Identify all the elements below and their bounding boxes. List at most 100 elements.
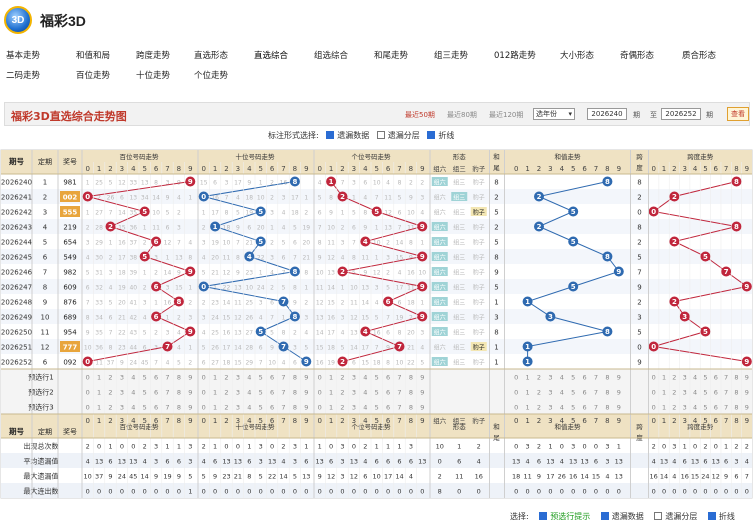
miss-value: 8	[293, 285, 297, 292]
bottom-polyline-checkbox[interactable]	[707, 512, 716, 520]
issue-header: 期号	[9, 156, 24, 166]
digit-label: 9	[304, 165, 308, 173]
ten-ball-label: 0	[201, 193, 206, 201]
stat-form: 4	[477, 458, 481, 466]
form-hit: 组六	[434, 329, 446, 337]
miss-value: 2	[86, 225, 90, 232]
predict-digit: 0	[514, 374, 518, 382]
miss-value: 3	[202, 240, 206, 247]
stat-sum: 9	[537, 473, 541, 481]
miss-value: 15	[316, 345, 324, 352]
predict-digit: 0	[86, 374, 90, 382]
predict-digit: 0	[86, 404, 90, 412]
digit-label: 4	[247, 165, 252, 173]
miss-value: 13	[234, 330, 242, 337]
stat-span: 6	[734, 473, 738, 481]
stat-unit: 6	[363, 473, 367, 481]
stat-hundred: 6	[165, 458, 169, 466]
predict-digit: 9	[188, 404, 192, 412]
miss-value: 2	[341, 300, 345, 307]
predict-digit: 2	[108, 389, 112, 397]
miss-value: 4	[420, 345, 424, 352]
ten-ball-label: 8	[292, 178, 297, 186]
digit-label: 9	[420, 165, 424, 173]
miss-value: 25	[211, 330, 219, 337]
stat-hundred: 1	[188, 488, 192, 496]
miss-value: 5	[420, 360, 424, 367]
digit-label: 0	[85, 165, 89, 173]
predict-digit: 7	[281, 404, 285, 412]
digit-label: 1	[329, 417, 333, 425]
miss-value: 16	[223, 330, 231, 337]
miss-value: 1	[341, 210, 345, 217]
miss-value: 36	[129, 225, 137, 232]
miss-value: 9	[363, 225, 367, 232]
prize-cell: 555	[63, 209, 78, 217]
miss-value: 2	[202, 300, 206, 307]
miss-value: 6	[293, 240, 297, 247]
miss-value: 6	[352, 225, 356, 232]
bottom-missing-checkbox[interactable]	[600, 512, 609, 520]
miss-value: 17	[118, 255, 126, 262]
form-hit: 豹子	[473, 209, 485, 217]
stat-span: 9	[724, 473, 728, 481]
miss-value: 8	[386, 360, 390, 367]
stat-unit: 0	[420, 488, 424, 496]
digit-label: 7	[397, 417, 401, 425]
span-ball-label: 5	[703, 253, 708, 261]
miss-value: 11	[350, 300, 358, 307]
miss-value: 6	[166, 225, 170, 232]
miss-value: 2	[154, 330, 158, 337]
unit-ball-label: 2	[340, 358, 345, 366]
digit-label: 1	[662, 165, 666, 173]
predict-digit: 9	[745, 374, 749, 382]
predict-digit: 5	[703, 404, 707, 412]
digit-label: 0	[85, 417, 89, 425]
stat-unit: 0	[375, 488, 379, 496]
predict-digit: 4	[693, 404, 697, 412]
ten-ball-label: 4	[247, 253, 252, 261]
miss-value: 14	[164, 270, 172, 277]
digit-label: 1	[213, 165, 217, 173]
predict-digit: 8	[734, 389, 738, 397]
form-miss: 组三	[453, 179, 465, 187]
form-col-label: 组六	[433, 164, 447, 173]
stat-span: 4	[745, 458, 749, 466]
predict-checkbox[interactable]	[539, 512, 548, 520]
issue-cell: 2026250	[1, 329, 32, 337]
stat-ten: 2	[202, 443, 206, 451]
predict-digit: 6	[714, 374, 718, 382]
predict-digit: 5	[143, 389, 147, 397]
prize-cell: 982	[63, 269, 76, 277]
predict-digit: 7	[165, 404, 169, 412]
predict-digit: 4	[131, 374, 135, 382]
stat-span: 16	[681, 473, 689, 481]
miss-value: 3	[166, 285, 170, 292]
unit-ball-label: 5	[374, 208, 379, 216]
issue-cell: 2026241	[1, 194, 32, 202]
predict-digit: 5	[571, 389, 575, 397]
miss-value: 8	[352, 255, 356, 262]
stat-hundred: 4	[86, 458, 90, 466]
predict-digit: 3	[683, 404, 687, 412]
stat-sum: 3	[605, 458, 609, 466]
bottom-layer-checkbox[interactable]	[654, 512, 663, 520]
predict-digit: 2	[108, 374, 112, 382]
digit-label: 3	[120, 417, 124, 425]
form-hit: 组六	[434, 179, 446, 187]
stat-hundred: 0	[131, 443, 135, 451]
predict-digit: 8	[409, 389, 413, 397]
stat-span: 2	[703, 443, 707, 451]
predict-digit: 1	[329, 374, 333, 382]
miss-value: 5	[202, 270, 206, 277]
miss-value: 13	[350, 330, 358, 337]
miss-value: 20	[211, 255, 219, 262]
miss-value: 7	[109, 330, 113, 337]
predict-digit: 9	[617, 389, 621, 397]
form-miss: 豹子	[473, 254, 485, 262]
digit-label: 7	[724, 165, 728, 173]
miss-value: 17	[211, 210, 219, 217]
miss-value: 20	[118, 300, 126, 307]
form-miss: 组三	[453, 284, 465, 292]
hundred-ball-label: 6	[154, 238, 159, 246]
